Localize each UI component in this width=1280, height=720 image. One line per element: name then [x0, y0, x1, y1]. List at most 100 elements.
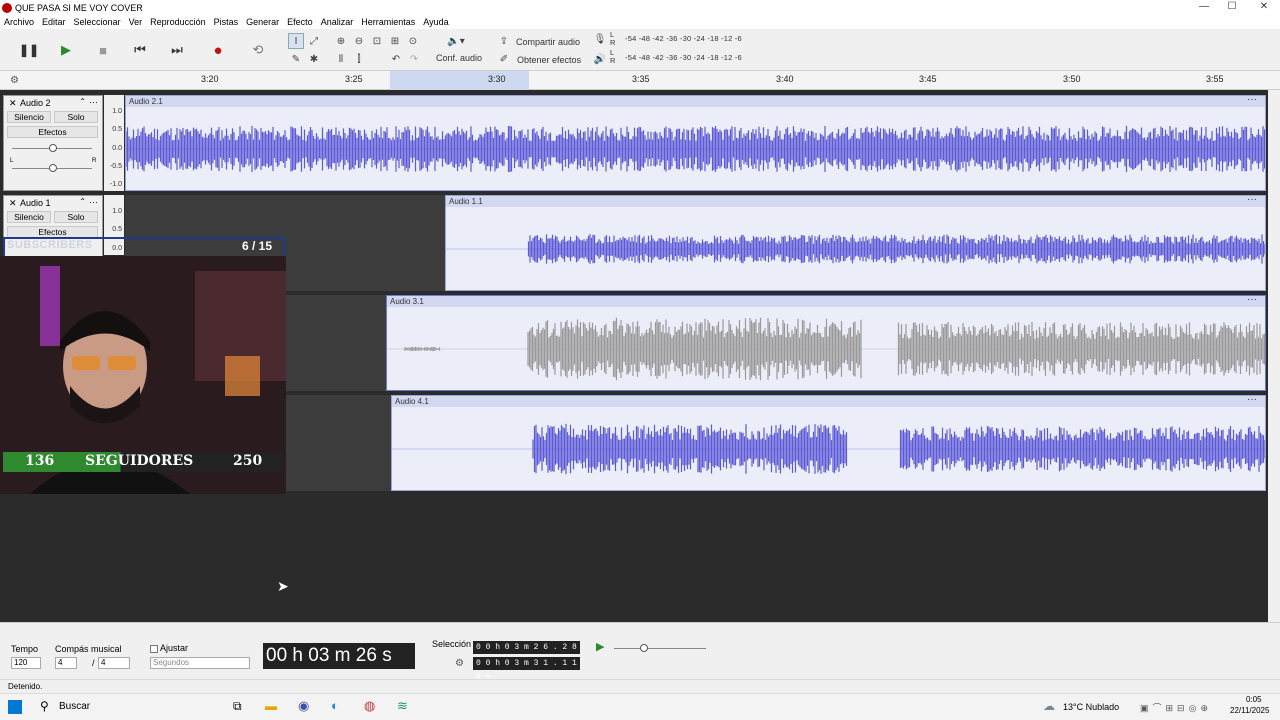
menu-efecto[interactable]: Efecto: [283, 17, 317, 27]
time-signature-denominator[interactable]: 4: [98, 657, 130, 669]
windows-start-icon[interactable]: [8, 700, 22, 714]
menu-seleccionar[interactable]: Seleccionar: [70, 17, 125, 27]
track-name[interactable]: Audio 1: [20, 198, 51, 208]
minimize-button[interactable]: —: [1190, 0, 1218, 15]
stop-button[interactable]: ■: [89, 37, 117, 63]
audio-clip[interactable]: Audio 2.1 ···: [125, 95, 1266, 191]
close-track-icon[interactable]: ✕: [9, 98, 17, 109]
record-meter[interactable]: -54 -48 -42 -36 -30 -24 -18 -12 -6: [625, 34, 742, 43]
menu-archivo[interactable]: Archivo: [0, 17, 38, 27]
playback-speed-thumb[interactable]: [640, 644, 648, 652]
system-tray-icons[interactable]: ▣⌒⊞⊟◎⊕: [1140, 701, 1212, 714]
snap-unit-select[interactable]: Segundos: [150, 657, 250, 669]
obs-icon[interactable]: ≋: [397, 698, 408, 714]
clip-header[interactable]: Audio 4.1 ···: [392, 396, 1265, 407]
trim-button[interactable]: ⫴: [333, 51, 349, 67]
collapse-icon[interactable]: ⌃: [79, 197, 86, 206]
menu-ver[interactable]: Ver: [125, 17, 147, 27]
menu-editar[interactable]: Editar: [38, 17, 70, 27]
clip-header[interactable]: Audio 2.1 ···: [126, 96, 1265, 107]
zoom-toggle-button[interactable]: ⊙: [405, 33, 421, 49]
selection-settings-icon[interactable]: ⚙: [455, 658, 464, 669]
maximize-button[interactable]: ☐: [1218, 0, 1246, 15]
weather-text[interactable]: 13°C Nublado: [1063, 702, 1119, 712]
time-display[interactable]: 00 h 03 m 26 s: [263, 643, 415, 669]
clip-menu-icon[interactable]: ···: [1247, 296, 1257, 305]
chrome-icon[interactable]: ◍: [364, 698, 375, 714]
clock-date[interactable]: 22/11/2025: [1230, 706, 1269, 715]
menu-herramientas[interactable]: Herramientas: [357, 17, 419, 27]
play-icon: ▶: [61, 42, 71, 57]
menu-pistas[interactable]: Pistas: [210, 17, 243, 27]
fit-selection-button[interactable]: ⊡: [369, 33, 385, 49]
redo-button[interactable]: ↷: [406, 51, 422, 67]
track-menu-icon[interactable]: ···: [89, 197, 98, 207]
empty-track-region[interactable]: [286, 395, 391, 491]
draw-tool[interactable]: ✎: [288, 51, 304, 67]
envelope-tool[interactable]: ⤢: [306, 33, 322, 49]
undo-button[interactable]: ↶: [388, 51, 404, 67]
ruler-tick: 3:25: [345, 74, 363, 84]
zoom-in-button[interactable]: ⊕: [333, 33, 349, 49]
empty-track-region[interactable]: [286, 295, 386, 391]
clip-menu-icon[interactable]: ···: [1247, 196, 1257, 205]
edge-icon[interactable]: ◐: [331, 698, 339, 713]
clock-time[interactable]: 0:05: [1246, 695, 1262, 704]
mute-button[interactable]: Silencio: [7, 111, 51, 123]
menu-reproduccion[interactable]: Reproducción: [146, 17, 210, 27]
clip-menu-icon[interactable]: ···: [1247, 396, 1257, 405]
play-at-speed-button[interactable]: ▶: [596, 640, 604, 653]
audio-clip[interactable]: Audio 3.1 ···: [386, 295, 1266, 391]
snap-checkbox[interactable]: [150, 645, 158, 653]
skip-to-start-button[interactable]: ⏮: [126, 37, 154, 63]
get-effects-button[interactable]: Obtener efectos: [517, 55, 581, 65]
timeline-ruler[interactable]: ⚙ 3:20 3:25 3:30 3:35 3:40 3:45 3:50 3:5…: [0, 71, 1280, 90]
task-view-icon[interactable]: ⧉: [233, 699, 242, 714]
effects-button[interactable]: Efectos: [7, 126, 98, 138]
clip-header[interactable]: Audio 3.1 ···: [387, 296, 1265, 307]
zoom-out-button[interactable]: ⊖: [351, 33, 367, 49]
audacity-taskbar-icon[interactable]: ◉: [298, 698, 309, 714]
fit-project-button[interactable]: ⊞: [387, 33, 403, 49]
vertical-scrollbar[interactable]: [1268, 90, 1280, 622]
menu-generar[interactable]: Generar: [242, 17, 283, 27]
track-menu-icon[interactable]: ···: [89, 97, 98, 107]
pan-slider-thumb[interactable]: [49, 164, 57, 172]
clip-menu-icon[interactable]: ···: [1247, 96, 1257, 105]
track-control-panel-audio-2[interactable]: ✕ Audio 2 ⌃ ··· Silencio Solo Efectos L …: [3, 95, 103, 191]
audio-setup-button[interactable]: 🔈▾: [444, 33, 468, 49]
collapse-icon[interactable]: ⌃: [79, 97, 86, 106]
file-explorer-icon[interactable]: ▬: [265, 699, 277, 713]
playback-speaker-icon: 🔊: [593, 53, 607, 65]
menu-analizar[interactable]: Analizar: [317, 17, 358, 27]
clip-header[interactable]: Audio 1.1 ···: [446, 196, 1265, 207]
selection-start-time[interactable]: 0 0 h 0 3 m 2 6 . 2 8 6 s: [473, 641, 580, 665]
playback-meter[interactable]: -54 -48 -42 -36 -30 -24 -18 -12 -6: [625, 53, 742, 62]
play-button[interactable]: ▶: [52, 37, 80, 63]
speaker-icon: 🔈▾: [447, 35, 465, 47]
track-name[interactable]: Audio 2: [20, 98, 51, 108]
multi-tool[interactable]: ✱: [306, 51, 322, 67]
playback-speed-slider[interactable]: [614, 648, 706, 649]
selection-end-time[interactable]: 0 0 h 0 3 m 3 1 . 1 1 6 s: [473, 657, 580, 681]
audio-clip[interactable]: Audio 1.1 ···: [445, 195, 1266, 291]
silence-button[interactable]: ⫿: [351, 51, 367, 67]
selection-tool[interactable]: I: [288, 33, 304, 49]
close-track-icon[interactable]: ✕: [9, 198, 17, 209]
audio-clip[interactable]: Audio 4.1 ···: [391, 395, 1266, 491]
solo-button[interactable]: Solo: [54, 111, 98, 123]
pause-button[interactable]: ❚❚: [15, 37, 43, 63]
mute-button[interactable]: Silencio: [7, 211, 51, 223]
share-audio-button[interactable]: Compartir audio: [516, 37, 580, 47]
record-button[interactable]: ●: [204, 37, 232, 63]
menu-ayuda[interactable]: Ayuda: [419, 17, 452, 27]
skip-to-end-button[interactable]: ⏭: [163, 37, 191, 63]
close-button[interactable]: ✕: [1250, 0, 1278, 15]
time-signature-numerator[interactable]: 4: [55, 657, 77, 669]
loop-button[interactable]: ⟲: [244, 37, 272, 63]
gain-slider-thumb[interactable]: [49, 144, 57, 152]
taskbar-search[interactable]: Buscar: [59, 701, 90, 712]
timeline-settings-icon[interactable]: ⚙: [10, 75, 19, 86]
tempo-input[interactable]: 120: [11, 657, 41, 669]
solo-button[interactable]: Solo: [54, 211, 98, 223]
